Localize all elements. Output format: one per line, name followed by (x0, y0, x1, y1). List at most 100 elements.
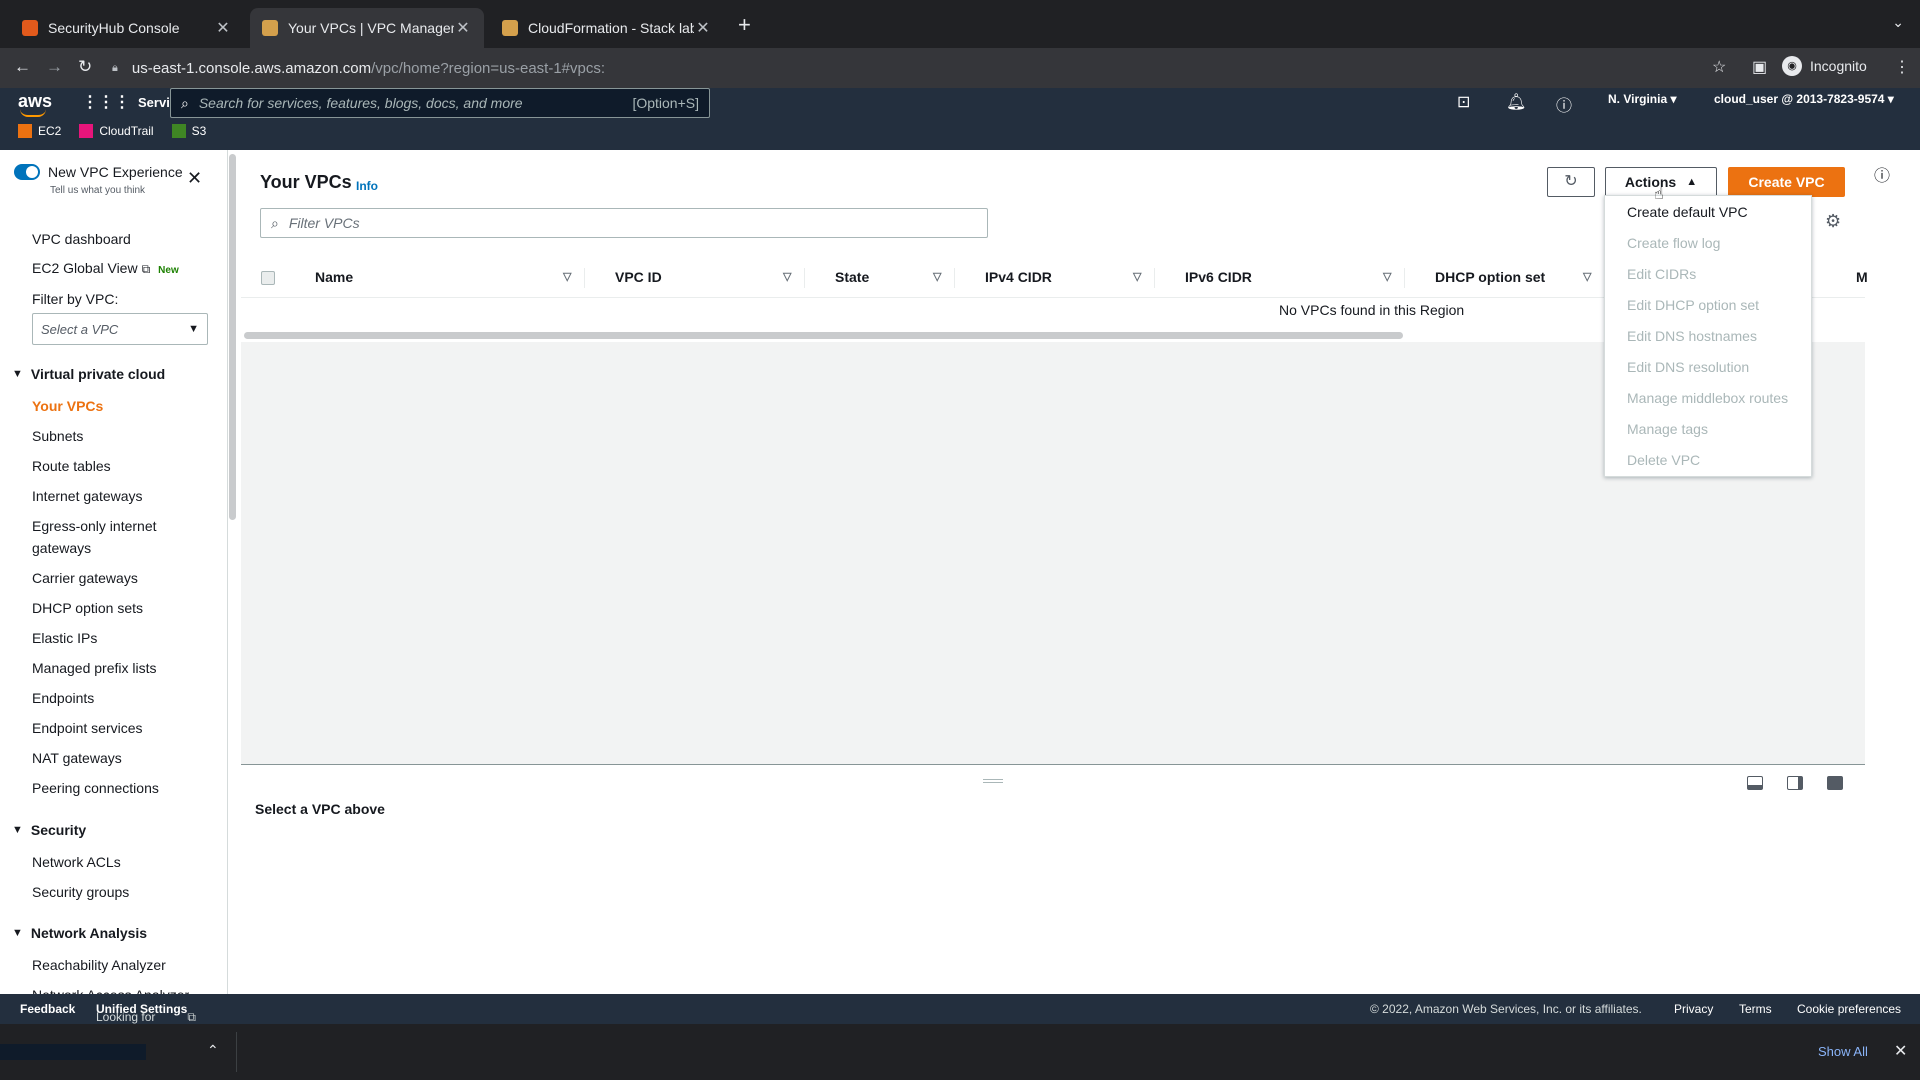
table-horizontal-scrollbar[interactable] (244, 332, 1403, 339)
close-tab-icon[interactable]: ✕ (214, 18, 232, 38)
notifications-bell-icon[interactable]: 🔔︎ (1506, 92, 1526, 112)
column-vpc-id[interactable]: VPC ID (615, 269, 662, 285)
show-all-downloads-button[interactable]: Show All (1818, 1044, 1868, 1059)
browser-tab-vpcs[interactable]: Your VPCs | VPC Management ✕ (250, 8, 484, 48)
sort-icon[interactable]: ▽ (563, 270, 571, 283)
browser-menu-icon[interactable]: ⋮ (1894, 57, 1910, 77)
sidebar-item-ec2-global-view[interactable]: EC2 Global View ⧉ New (32, 257, 179, 282)
sidebar-panel-icon[interactable]: ▣ (1752, 57, 1767, 77)
toggle-switch[interactable] (14, 164, 40, 180)
close-tab-icon[interactable]: ✕ (694, 18, 712, 38)
column-dhcp-option-set[interactable]: DHCP option set (1435, 269, 1545, 285)
filter-vpcs-input[interactable]: ⌕ Filter VPCs (260, 208, 988, 238)
privacy-link[interactable]: Privacy (1674, 1002, 1713, 1016)
menu-item-manage-tags[interactable]: Manage tags (1627, 421, 1708, 437)
menu-item-delete-vpc[interactable]: Delete VPC (1627, 452, 1700, 468)
sidebar-item-dhcp-option-sets[interactable]: DHCP option sets (32, 597, 143, 619)
favorite-ec2[interactable]: EC2 (18, 124, 61, 138)
terms-link[interactable]: Terms (1739, 1002, 1772, 1016)
sidebar-item-reachability-analyzer[interactable]: Reachability Analyzer (32, 954, 166, 976)
sort-icon[interactable]: ▽ (1133, 270, 1141, 283)
column-divider[interactable] (584, 268, 585, 288)
menu-item-create-flow-log[interactable]: Create flow log (1627, 235, 1720, 251)
region-selector[interactable]: N. Virginia ▾ (1608, 92, 1677, 106)
section-virtual-private-cloud[interactable]: ▼ Virtual private cloud (12, 366, 165, 382)
column-divider[interactable] (1404, 268, 1405, 288)
account-menu[interactable]: cloud_user @ 2013-7823-9574 ▾ (1714, 92, 1894, 106)
sidebar-item-egress-only-internet-gateways[interactable]: Egress-only internet (32, 515, 157, 537)
column-ipv6-cidr[interactable]: IPv6 CIDR (1185, 269, 1252, 285)
section-network-analysis[interactable]: ▼ Network Analysis (12, 925, 147, 941)
aws-logo[interactable]: aws (18, 91, 52, 117)
new-vpc-experience-toggle[interactable]: New VPC Experience (14, 164, 183, 180)
incognito-indicator[interactable]: ◉ Incognito (1782, 56, 1867, 76)
favorite-cloudtrail[interactable]: CloudTrail (79, 124, 154, 138)
sidebar-item-peering-connections[interactable]: Peering connections (32, 777, 159, 799)
menu-item-edit-dhcp-option-set[interactable]: Edit DHCP option set (1627, 297, 1759, 313)
drag-handle-icon[interactable] (983, 779, 1003, 783)
column-divider[interactable] (804, 268, 805, 288)
chevron-up-icon[interactable]: ⌃ (207, 1042, 219, 1059)
select-all-checkbox[interactable] (261, 271, 275, 285)
sidebar-scrollbar[interactable] (229, 154, 236, 520)
sort-icon[interactable]: ▽ (933, 270, 941, 283)
sidebar-item-network-acls[interactable]: Network ACLs (32, 851, 121, 873)
split-bottom-icon[interactable] (1747, 776, 1763, 790)
sort-icon[interactable]: ▽ (1383, 270, 1391, 283)
sidebar-item-subnets[interactable]: Subnets (32, 425, 83, 447)
sidebar-item-vpc-dashboard[interactable]: VPC dashboard (32, 228, 131, 250)
sidebar-item-managed-prefix-lists[interactable]: Managed prefix lists (32, 657, 157, 679)
gear-icon[interactable]: ⚙︎ (1825, 211, 1841, 232)
favorite-s3[interactable]: S3 (171, 124, 206, 138)
reload-icon[interactable]: ↻ (78, 57, 92, 77)
sidebar-item-internet-gateways[interactable]: Internet gateways (32, 485, 143, 507)
sidebar-item-egress-only-internet-gateways-line2[interactable]: gateways (32, 537, 91, 559)
close-icon[interactable]: ✕ (187, 168, 202, 189)
column-ipv4-cidr[interactable]: IPv4 CIDR (985, 269, 1052, 285)
sort-icon[interactable]: ▽ (783, 270, 791, 283)
new-tab-icon[interactable]: + (738, 12, 751, 38)
filter-by-vpc-select[interactable]: Select a VPC ▼ (32, 313, 208, 345)
url-field[interactable]: 🔒︎ us-east-1.console.aws.amazon.com/vpc/… (112, 53, 1722, 83)
column-m[interactable]: M (1856, 269, 1868, 285)
chevron-down-icon[interactable]: ⌄ (1892, 14, 1904, 31)
forward-icon[interactable]: → (46, 57, 63, 77)
download-item[interactable] (0, 1044, 146, 1060)
split-panel-divider[interactable] (241, 764, 1865, 765)
menu-item-create-default-vpc[interactable]: Create default VPC (1627, 204, 1748, 220)
refresh-button[interactable]: ↻ (1547, 167, 1595, 197)
menu-item-manage-middlebox-routes[interactable]: Manage middlebox routes (1627, 390, 1788, 406)
browser-tab-securityhub[interactable]: SecurityHub Console ✕ (10, 8, 244, 48)
cloudshell-icon[interactable]: ⊡ (1457, 92, 1470, 112)
back-icon[interactable]: ← (14, 57, 31, 77)
close-icon[interactable]: ✕ (1894, 1041, 1907, 1061)
sidebar-item-endpoint-services[interactable]: Endpoint services (32, 717, 143, 739)
sidebar-item-endpoints[interactable]: Endpoints (32, 687, 94, 709)
bookmark-star-icon[interactable]: ☆ (1712, 57, 1726, 77)
sidebar-item-network-access-analyzer[interactable]: Network Access Analyzer (32, 984, 189, 994)
info-panel-icon[interactable]: ⓘ (1874, 162, 1890, 186)
sidebar-item-elastic-ips[interactable]: Elastic IPs (32, 627, 97, 649)
feedback-button[interactable]: Feedback (20, 1002, 75, 1016)
help-icon[interactable]: ⓘ (1556, 92, 1572, 116)
section-security[interactable]: ▼ Security (12, 822, 86, 838)
cookie-preferences-link[interactable]: Cookie preferences (1797, 1002, 1901, 1016)
menu-item-edit-dns-resolution[interactable]: Edit DNS resolution (1627, 359, 1749, 375)
create-vpc-button[interactable]: Create VPC (1728, 167, 1845, 197)
sidebar-item-carrier-gateways[interactable]: Carrier gateways (32, 567, 138, 589)
column-state[interactable]: State (835, 269, 869, 285)
column-name[interactable]: Name (315, 269, 353, 285)
column-divider[interactable] (954, 268, 955, 288)
sidebar-item-your-vpcs[interactable]: Your VPCs (32, 395, 103, 417)
aws-search-input[interactable]: ⌕ Search for services, features, blogs, … (170, 88, 710, 118)
column-divider[interactable] (1154, 268, 1155, 288)
sidebar-item-security-groups[interactable]: Security groups (32, 881, 129, 903)
close-tab-icon[interactable]: ✕ (454, 18, 472, 38)
sort-icon[interactable]: ▽ (1583, 270, 1591, 283)
feedback-link[interactable]: Tell us what you think (50, 185, 145, 196)
sidebar-item-nat-gateways[interactable]: NAT gateways (32, 747, 122, 769)
split-side-icon[interactable] (1787, 776, 1803, 790)
sidebar-item-route-tables[interactable]: Route tables (32, 455, 111, 477)
menu-item-edit-dns-hostnames[interactable]: Edit DNS hostnames (1627, 328, 1757, 344)
menu-item-edit-cidrs[interactable]: Edit CIDRs (1627, 266, 1696, 282)
